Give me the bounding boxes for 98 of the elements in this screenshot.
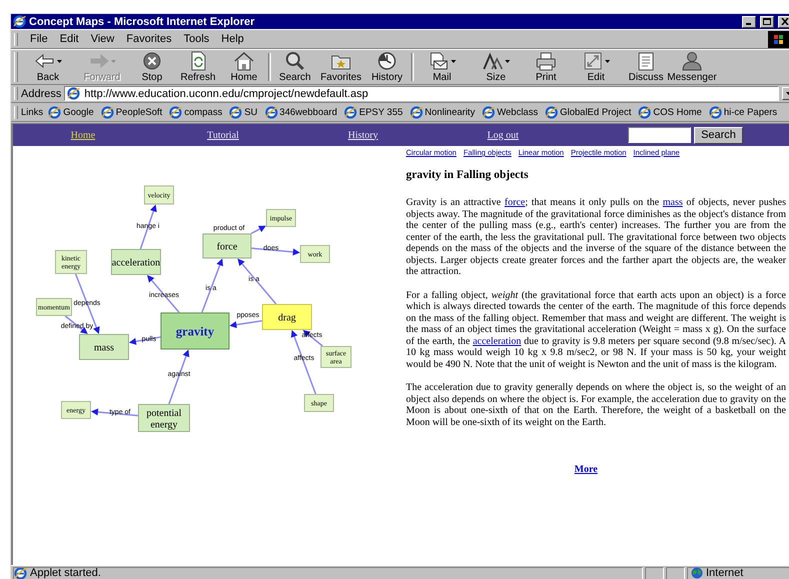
nav-link[interactable]: Log out (487, 130, 519, 140)
concept-node[interactable]: force (202, 234, 252, 258)
toolbar-button[interactable]: Print (523, 50, 569, 84)
browser-icon (344, 106, 358, 118)
menu-item[interactable]: Help (215, 33, 250, 45)
bookmark-link[interactable]: EPSY 355 (342, 106, 405, 118)
nav-link[interactable]: Home (70, 130, 96, 140)
left-arrow-icon (34, 51, 56, 71)
paragraph: For a falling object, weight (the gravitational force that earth acts upon an object) is a force which is always directed towards the center of the earth. The magnitude of this force depends on the mass of the falling object. Remember that mass and weight are different. The weight is the mass of an object times the gravitational acceleration (Weight = mass x g). On the surface of the earth, the acceleration due to gravity is 9.8 meters per square second (9.8 m/sec/sec). A 10 kg mass would weigh 10 kg x 9.8 m/sec2, or 98 N. If your mass is 50 kg, your weight would be 490 N. Note that the unit of weight is Newton and the unit of mass is the kilogram. (406, 290, 786, 370)
envelope-icon (428, 51, 450, 71)
search-field[interactable] (628, 127, 691, 143)
browser-icon (264, 106, 278, 118)
address-label: Address (21, 88, 62, 100)
toolbar-button[interactable]: Messenger (669, 50, 715, 84)
more-link[interactable]: More (574, 464, 598, 475)
browser-icon (638, 106, 652, 118)
browser-icon (229, 106, 242, 118)
stop-icon (141, 51, 163, 71)
connector-arrow (201, 258, 224, 313)
toolbar-button[interactable]: Refresh (175, 50, 221, 84)
maximize-button[interactable] (760, 16, 774, 28)
zone-text: Internet (706, 567, 744, 579)
browser-icon (410, 106, 423, 118)
connector-arrow (250, 226, 266, 234)
status-pane (645, 566, 664, 579)
browser-icon (67, 87, 80, 100)
toolbar-button[interactable]: Home (221, 50, 267, 84)
person-icon (681, 51, 703, 71)
paragraph: Gravity is an attractive force; that means it only pulls on the mass of objects, never pushes objects away. The magnitude of the gravitational force diminishes as the object's distance from the center of the pulling mass (e.g., earth's center) increases. The further you are from the center of the earth, the less the gravitational pull. The gravitational force between two objects depends on the mass of the objects and the inverse of the square of the distance between the objects. Larger objects create greater forces and the farther apart the objects are, the weaker the attraction. (406, 197, 786, 278)
search-button[interactable]: Search (694, 126, 743, 144)
browser-icon (708, 106, 722, 118)
toolbar-button[interactable]: Favorites (318, 50, 364, 84)
printer-icon (535, 51, 557, 71)
toolbar-button[interactable]: Back (21, 50, 75, 84)
connector-arrow (147, 275, 180, 313)
bookmark-link[interactable]: SU (227, 106, 260, 118)
browser-icon (48, 106, 62, 118)
connector-arrow (230, 320, 262, 328)
concept-node[interactable]: mass (79, 334, 129, 360)
menu-item[interactable]: Favorites (120, 33, 178, 45)
maximize-icon (763, 18, 771, 25)
connector-arrow (238, 258, 277, 304)
window-title: Concept Maps - Microsoft Internet Explorer (29, 16, 256, 28)
address-field[interactable]: http://www.education.uconn.edu/cmproject/newdefault.asp (64, 86, 779, 101)
article-heading: gravity in Falling objects (406, 169, 530, 182)
browser-icon (14, 568, 27, 578)
bookmark-link[interactable]: Google (46, 106, 96, 118)
bookmark-link[interactable]: compass (167, 106, 224, 118)
close-button[interactable] (778, 16, 789, 28)
flag-logo-icon (768, 30, 789, 48)
browser-icon (100, 106, 114, 118)
connector-arrow (91, 408, 138, 416)
concept-node[interactable]: acceleration (111, 249, 161, 275)
bookmark-link[interactable]: hi-ce Papers (706, 106, 780, 118)
bookmark-link[interactable]: Nonlinearity (408, 106, 477, 118)
bookmark-link[interactable]: Webclass (480, 106, 540, 118)
toolbar-button[interactable]: Edit (569, 50, 623, 84)
menu-item[interactable]: File (24, 33, 54, 45)
inline-link[interactable]: mass (662, 197, 683, 208)
bookmark-link[interactable]: COS Home (636, 106, 704, 118)
menu-item[interactable]: View (84, 33, 120, 45)
close-icon (781, 18, 789, 25)
square-icon (582, 51, 604, 71)
status-pane (666, 566, 685, 579)
triangles-icon (482, 51, 504, 71)
nav-link[interactable]: History (348, 130, 378, 140)
menu-item[interactable]: Tools (178, 33, 216, 45)
house-icon (233, 51, 255, 71)
globe-icon (691, 567, 703, 579)
toolbar-button[interactable]: Size (469, 50, 523, 84)
toolbar-button[interactable]: Stop (129, 50, 175, 84)
toolbar-button[interactable]: Discuss (623, 50, 669, 84)
clock-icon (376, 51, 398, 71)
nav-link[interactable]: Tutorial (207, 130, 239, 140)
toolbar-button[interactable]: Search (272, 50, 318, 84)
search-icon (284, 51, 306, 71)
browser-icon (169, 106, 182, 118)
menu-item[interactable]: Edit (54, 33, 85, 45)
bookmark-link[interactable]: 346webboard (262, 106, 340, 118)
inline-link[interactable]: force (504, 197, 526, 208)
toolbar-button[interactable]: Mail (415, 50, 469, 84)
concept-node[interactable]: gravity (160, 312, 230, 350)
inline-link[interactable]: acceleration (472, 336, 522, 346)
bookmark-link[interactable]: GlobalEd Project (542, 106, 634, 118)
connector-arrow (168, 350, 190, 404)
browser-icon (482, 106, 495, 118)
concept-node[interactable]: potential energy (138, 404, 190, 432)
browser-icon (544, 106, 558, 118)
concept-node[interactable]: drag (262, 304, 312, 330)
right-arrow-icon (88, 51, 110, 71)
toolbar-button[interactable]: History (364, 50, 410, 84)
connector-arrow (129, 336, 161, 345)
bookmark-link[interactable]: PeopleSoft (98, 106, 164, 118)
links-label: Links (21, 106, 44, 118)
minimize-button[interactable] (742, 16, 756, 28)
status-text: Applet started. (30, 568, 101, 578)
caret-icon (786, 92, 789, 95)
paragraph: The acceleration due to gravity generally depends on where the object is, so the weight of an object also depends on where the object is. For example, the acceleration due to gravity on the Moon is about one-sixth of that on the Earth. Therefore, the weight of a basketball on the Moon will be one-sixth of its weight on the Earth. (406, 382, 786, 428)
